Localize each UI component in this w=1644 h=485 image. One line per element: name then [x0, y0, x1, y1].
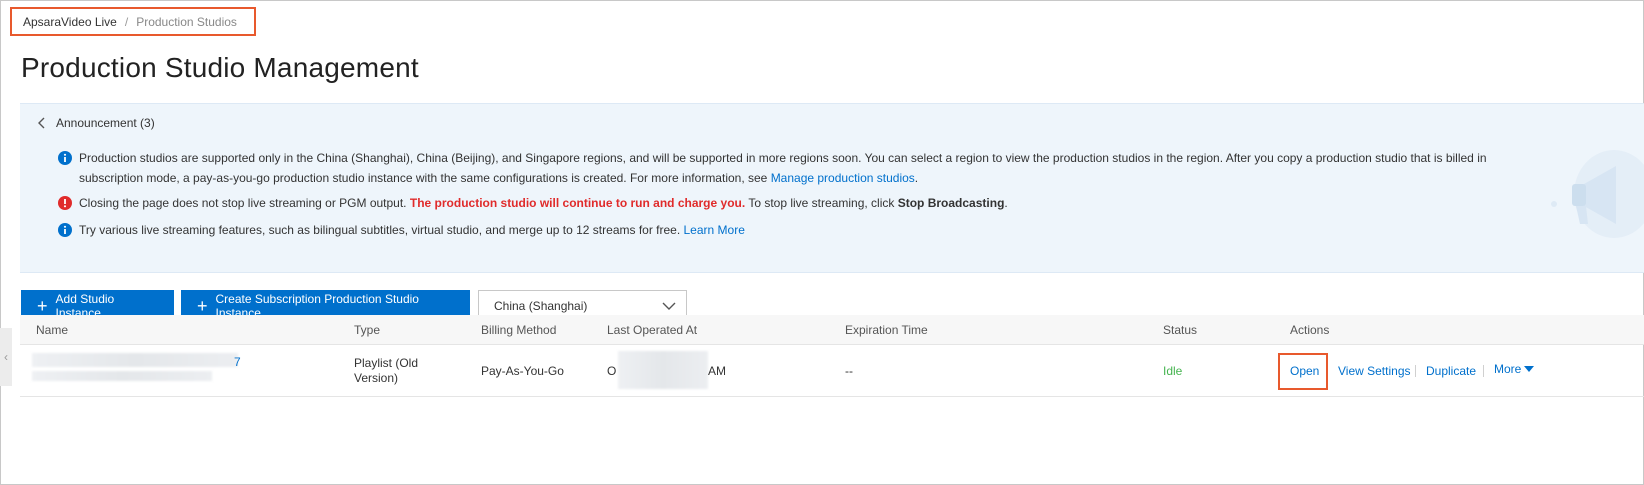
- announcement-header[interactable]: Announcement (3): [37, 116, 155, 130]
- view-settings-link[interactable]: View Settings: [1338, 364, 1411, 378]
- page-title: Production Studio Management: [21, 52, 419, 83]
- announcement-panel: Announcement (3) Production studios are …: [20, 103, 1644, 273]
- last-operated-suffix: AM: [708, 364, 726, 378]
- action-divider: [1483, 365, 1484, 377]
- breadcrumb: ApsaraVideo Live / Production Studios: [10, 7, 256, 36]
- announcement-note-text: Production studios are supported only in…: [79, 151, 1487, 185]
- manage-production-studios-link[interactable]: Manage production studios: [771, 171, 915, 185]
- expiration-time: --: [845, 364, 853, 378]
- error-icon: [58, 196, 72, 210]
- action-divider: [1415, 365, 1416, 377]
- column-header-billing-method: Billing Method: [481, 323, 557, 337]
- studio-type: Playlist (Old Version): [354, 356, 419, 385]
- announcement-note-text: Try various live streaming features, suc…: [79, 223, 745, 237]
- table-header: Name Type Billing Method Last Operated A…: [20, 315, 1644, 345]
- column-header-type: Type: [354, 323, 381, 337]
- redacted-timestamp: [618, 351, 708, 389]
- announcement-note-regions: Production studios are supported only in…: [58, 148, 1518, 188]
- chevron-down-icon: [662, 302, 676, 310]
- last-operated-prefix: O: [607, 364, 617, 378]
- announcement-note-charge-warning: Closing the page does not stop live stre…: [58, 193, 1518, 213]
- plus-icon: +: [37, 296, 48, 316]
- announcement-title: Announcement (3): [56, 116, 155, 130]
- column-header-status: Status: [1163, 323, 1198, 337]
- more-actions-label: More: [1494, 362, 1522, 376]
- plus-icon: +: [197, 296, 208, 316]
- studio-name-link[interactable]: 7: [234, 355, 241, 369]
- redacted-name-id: [32, 371, 212, 381]
- announcement-note-features: Try various live streaming features, suc…: [58, 220, 1518, 240]
- column-header-expiration-time: Expiration Time: [845, 323, 928, 337]
- column-header-name: Name: [36, 323, 69, 337]
- announcement-note-text: Closing the page does not stop live stre…: [79, 196, 1008, 210]
- stop-broadcasting-text: Stop Broadcasting: [897, 196, 1005, 210]
- info-icon: [58, 223, 72, 237]
- info-icon: [58, 151, 72, 165]
- column-header-last-operated-at: Last Operated At: [607, 323, 698, 337]
- column-header-actions: Actions: [1290, 323, 1330, 337]
- redacted-name: [32, 353, 238, 367]
- caret-down-icon: [1524, 366, 1535, 372]
- chevron-left-icon[interactable]: [37, 116, 47, 130]
- charge-warning-text: The production studio will continue to r…: [409, 196, 746, 210]
- megaphone-icon: [1551, 150, 1644, 238]
- region-select-value: China (Shanghai): [494, 299, 588, 313]
- side-collapse-handle[interactable]: ‹: [0, 328, 12, 386]
- breadcrumb-current: Production Studios: [136, 14, 237, 29]
- status-badge: Idle: [1163, 364, 1183, 378]
- billing-method: Pay-As-You-Go: [481, 364, 564, 378]
- more-actions-dropdown[interactable]: More: [1494, 362, 1535, 376]
- breadcrumb-separator: /: [124, 14, 129, 29]
- duplicate-link[interactable]: Duplicate: [1426, 364, 1476, 378]
- learn-more-link[interactable]: Learn More: [684, 223, 745, 237]
- breadcrumb-root-link[interactable]: ApsaraVideo Live: [23, 15, 117, 29]
- open-action-link[interactable]: Open: [1290, 364, 1319, 378]
